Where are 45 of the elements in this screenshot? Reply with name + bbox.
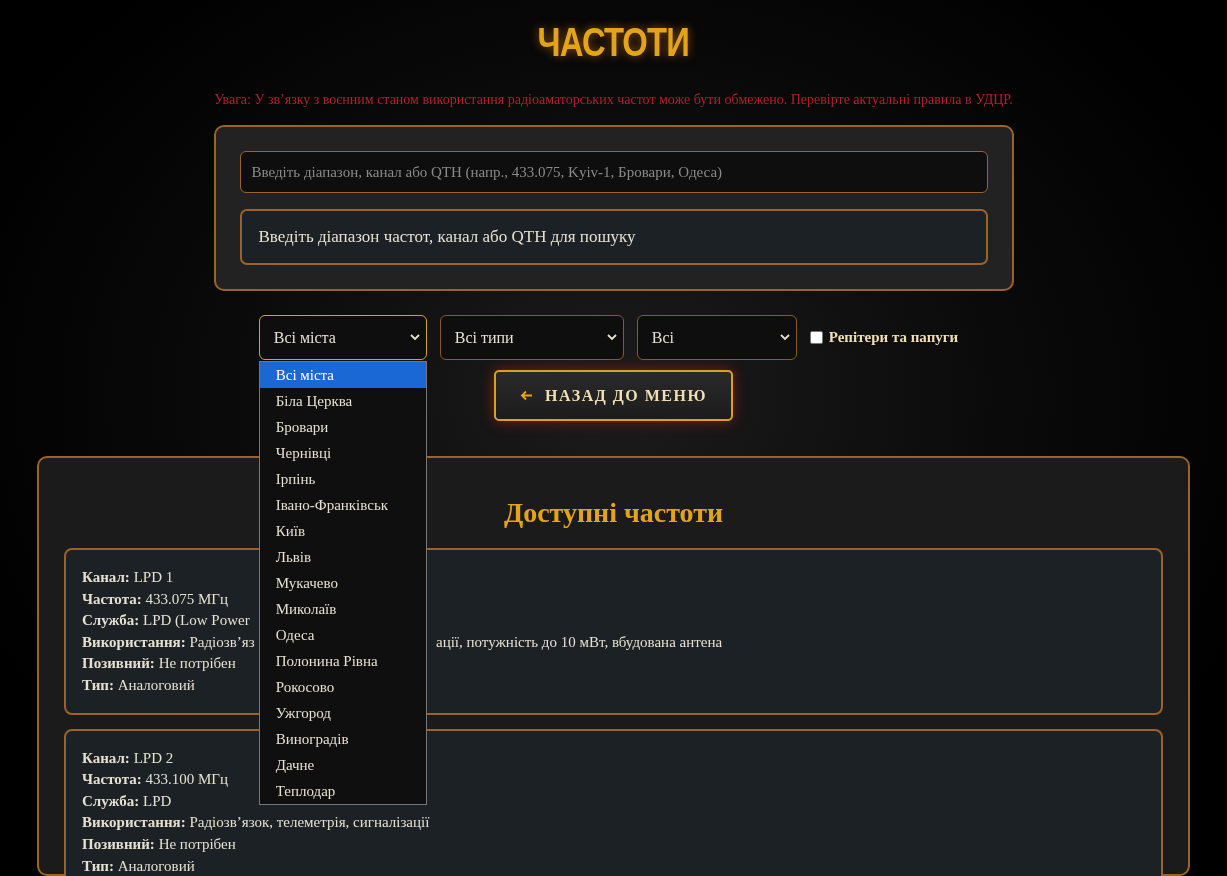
dropdown-option[interactable]: Рокосово — [259, 674, 426, 700]
dropdown-option[interactable]: Бровари — [259, 414, 426, 440]
field-text: Служба: LPD (Low Power — [82, 612, 250, 629]
dropdown-option[interactable]: Виноградів — [259, 726, 426, 752]
page-title: ЧАСТОТИ — [537, 19, 690, 66]
dropdown-option[interactable]: Одеса — [259, 622, 426, 648]
dropdown-option[interactable]: Біла Церква — [259, 388, 426, 414]
dropdown-option[interactable]: Ужгород — [259, 700, 426, 726]
chevron-icon — [779, 334, 790, 341]
section-heading: Доступні частоти — [503, 496, 724, 530]
hint-message: Введіть діапазон частот, канал або QTH для пошуку — [239, 209, 988, 265]
dropdown-option[interactable]: Миколаїв — [259, 596, 426, 622]
field-text: Позивний: Не потрібен — [82, 835, 236, 852]
chevron-icon — [606, 334, 617, 341]
dropdown-option[interactable]: Київ — [259, 518, 426, 544]
field-text: Частота: 433.075 МГц — [82, 590, 228, 607]
dropdown-option[interactable]: Мукачево — [259, 570, 426, 596]
chevron-icon — [409, 334, 420, 341]
dropdown-select[interactable]: Всі типи — [439, 315, 624, 360]
field-text: ації, потужність до 10 мВт, вбудована антена — [436, 632, 723, 652]
dropdown-select[interactable]: Всі міста — [258, 315, 427, 360]
dropdown-option[interactable]: Івано-Франківськ — [259, 492, 426, 518]
dropdown-option[interactable]: Ірпінь — [259, 466, 426, 492]
dropdown-option[interactable]: Всі міста — [259, 362, 426, 388]
field-text: Тип: Аналоговий — [82, 857, 195, 874]
field-text: Тип: Аналоговий — [82, 676, 195, 693]
field-text: Позивний: Не потрібен — [82, 655, 236, 672]
dropdown-option[interactable]: Львів — [259, 544, 426, 570]
checkbox-label: Репітери та папуги — [828, 329, 959, 346]
dropdown-option[interactable]: Теплодар — [259, 778, 426, 804]
warning-text: Увага: У зв’язку з воєнним станом використання радіоаматорських частот може бути обмежено. Перевірте актуальні правила в УДЦР. — [214, 92, 1013, 108]
field-text: Служба: LPD — [82, 792, 172, 809]
back-button[interactable]: НАЗАД ДО МЕНЮ — [494, 370, 733, 421]
field-text: Канал: LPD 1 — [82, 569, 174, 585]
arrow-left-icon — [520, 390, 534, 401]
dropdown-option[interactable]: Чернівці — [259, 440, 426, 466]
field-text: Використання: Радіозв’язок, телеметрія, сигналізації — [82, 814, 430, 831]
field-text: Канал: LPD 2 — [82, 749, 174, 766]
field-text: Використання: Радіозв’яз — [82, 633, 255, 650]
checkbox[interactable] — [809, 331, 823, 344]
dropdown-option[interactable]: Дачне — [259, 752, 426, 778]
field-text: Частота: 433.100 МГц — [82, 771, 228, 788]
dropdown-option[interactable]: Полонина Рівна — [259, 648, 426, 674]
search-field[interactable]: Введіть діапазон, канал або QTH (напр., 433.075, Kyiv-1, Бровари, Одеса) — [239, 151, 988, 193]
dropdown-select[interactable]: Всі — [636, 315, 797, 360]
